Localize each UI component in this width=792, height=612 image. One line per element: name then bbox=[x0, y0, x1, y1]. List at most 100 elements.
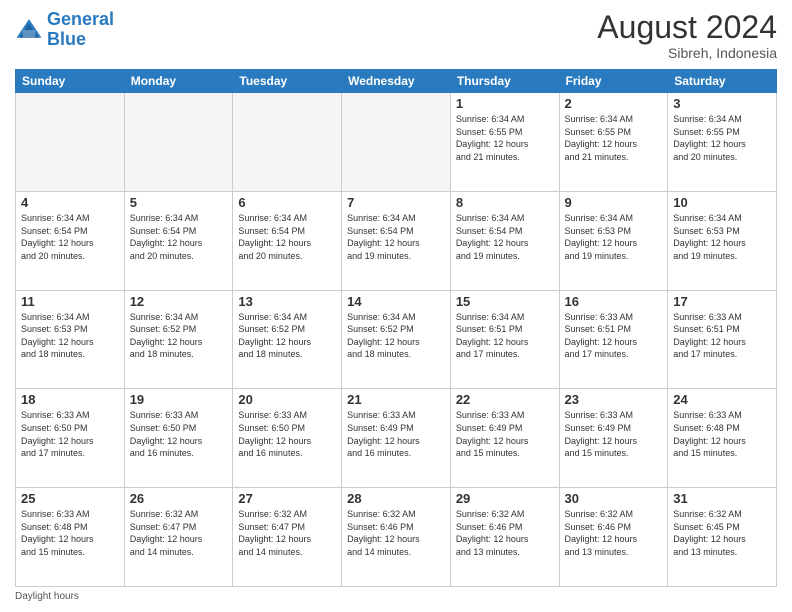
cell-info: Sunrise: 6:32 AM Sunset: 6:46 PM Dayligh… bbox=[347, 508, 445, 558]
calendar-cell: 25 Sunrise: 6:33 AM Sunset: 6:48 PM Dayli… bbox=[16, 488, 125, 587]
header: General Blue August 2024 Sibreh, Indones… bbox=[15, 10, 777, 61]
day-number: 29 bbox=[456, 491, 554, 506]
day-number: 5 bbox=[130, 195, 228, 210]
cell-info: Sunrise: 6:34 AM Sunset: 6:54 PM Dayligh… bbox=[456, 212, 554, 262]
day-number: 4 bbox=[21, 195, 119, 210]
cell-info: Sunrise: 6:34 AM Sunset: 6:52 PM Dayligh… bbox=[130, 311, 228, 361]
day-number: 23 bbox=[565, 392, 663, 407]
day-number: 9 bbox=[565, 195, 663, 210]
calendar-cell: 15 Sunrise: 6:34 AM Sunset: 6:51 PM Dayli… bbox=[450, 290, 559, 389]
cell-info: Sunrise: 6:34 AM Sunset: 6:54 PM Dayligh… bbox=[238, 212, 336, 262]
cell-info: Sunrise: 6:32 AM Sunset: 6:45 PM Dayligh… bbox=[673, 508, 771, 558]
day-number: 30 bbox=[565, 491, 663, 506]
cell-info: Sunrise: 6:34 AM Sunset: 6:54 PM Dayligh… bbox=[130, 212, 228, 262]
calendar-cell: 17 Sunrise: 6:33 AM Sunset: 6:51 PM Dayli… bbox=[668, 290, 777, 389]
calendar-cell: 18 Sunrise: 6:33 AM Sunset: 6:50 PM Dayli… bbox=[16, 389, 125, 488]
calendar-cell: 30Sunrise: 6:32 AM Sunset: 6:46 PM Dayli… bbox=[559, 488, 668, 587]
cell-info: Sunrise: 6:33 AM Sunset: 6:48 PM Dayligh… bbox=[21, 508, 119, 558]
cell-info: Sunrise: 6:32 AM Sunset: 6:47 PM Dayligh… bbox=[238, 508, 336, 558]
title-block: August 2024 Sibreh, Indonesia bbox=[597, 10, 777, 61]
day-number: 16 bbox=[565, 294, 663, 309]
day-number: 12 bbox=[130, 294, 228, 309]
cell-info: Sunrise: 6:34 AM Sunset: 6:51 PM Dayligh… bbox=[456, 311, 554, 361]
cell-info: Sunrise: 6:34 AM Sunset: 6:52 PM Dayligh… bbox=[347, 311, 445, 361]
calendar-cell: 28 Sunrise: 6:32 AM Sunset: 6:46 PM Dayli… bbox=[342, 488, 451, 587]
calendar-cell: 22 Sunrise: 6:33 AM Sunset: 6:49 PM Dayli… bbox=[450, 389, 559, 488]
calendar-cell: 1 Sunrise: 6:34 AM Sunset: 6:55 PM Daylig… bbox=[450, 93, 559, 192]
cell-info: Sunrise: 6:32 AM Sunset: 6:47 PM Dayligh… bbox=[130, 508, 228, 558]
cell-info: Sunrise: 6:34 AM Sunset: 6:55 PM Dayligh… bbox=[456, 113, 554, 163]
month-year: August 2024 bbox=[597, 10, 777, 45]
calendar-cell: 5 Sunrise: 6:34 AM Sunset: 6:54 PM Daylig… bbox=[124, 191, 233, 290]
footer-note: Daylight hours bbox=[15, 591, 777, 602]
calendar-cell: 26 Sunrise: 6:32 AM Sunset: 6:47 PM Dayli… bbox=[124, 488, 233, 587]
calendar-weekday-tuesday: Tuesday bbox=[233, 70, 342, 93]
day-number: 27 bbox=[238, 491, 336, 506]
day-number: 13 bbox=[238, 294, 336, 309]
day-number: 25 bbox=[21, 491, 119, 506]
cell-info: Sunrise: 6:33 AM Sunset: 6:48 PM Dayligh… bbox=[673, 409, 771, 459]
calendar-cell bbox=[342, 93, 451, 192]
cell-info: Sunrise: 6:33 AM Sunset: 6:49 PM Dayligh… bbox=[456, 409, 554, 459]
day-number: 15 bbox=[456, 294, 554, 309]
calendar-weekday-thursday: Thursday bbox=[450, 70, 559, 93]
day-number: 20 bbox=[238, 392, 336, 407]
day-number: 8 bbox=[456, 195, 554, 210]
day-number: 1 bbox=[456, 96, 554, 111]
calendar-cell: 12 Sunrise: 6:34 AM Sunset: 6:52 PM Dayli… bbox=[124, 290, 233, 389]
day-number: 21 bbox=[347, 392, 445, 407]
calendar-week-row: 11Sunrise: 6:34 AM Sunset: 6:53 PM Dayli… bbox=[16, 290, 777, 389]
calendar-table: SundayMondayTuesdayWednesdayThursdayFrid… bbox=[15, 69, 777, 587]
location: Sibreh, Indonesia bbox=[597, 45, 777, 61]
page: General Blue August 2024 Sibreh, Indones… bbox=[0, 0, 792, 612]
cell-info: Sunrise: 6:33 AM Sunset: 6:51 PM Dayligh… bbox=[565, 311, 663, 361]
calendar-cell bbox=[233, 93, 342, 192]
day-number: 24 bbox=[673, 392, 771, 407]
day-number: 17 bbox=[673, 294, 771, 309]
calendar-cell: 7 Sunrise: 6:34 AM Sunset: 6:54 PM Daylig… bbox=[342, 191, 451, 290]
cell-info: Sunrise: 6:33 AM Sunset: 6:50 PM Dayligh… bbox=[21, 409, 119, 459]
calendar-cell: 20 Sunrise: 6:33 AM Sunset: 6:50 PM Dayli… bbox=[233, 389, 342, 488]
calendar-cell: 29 Sunrise: 6:32 AM Sunset: 6:46 PM Dayli… bbox=[450, 488, 559, 587]
calendar-weekday-saturday: Saturday bbox=[668, 70, 777, 93]
day-number: 7 bbox=[347, 195, 445, 210]
cell-info: Sunrise: 6:34 AM Sunset: 6:53 PM Dayligh… bbox=[673, 212, 771, 262]
calendar-cell: 31Sunrise: 6:32 AM Sunset: 6:45 PM Dayli… bbox=[668, 488, 777, 587]
logo-line2: Blue bbox=[47, 29, 86, 49]
day-number: 26 bbox=[130, 491, 228, 506]
calendar-week-row: 1 Sunrise: 6:34 AM Sunset: 6:55 PM Daylig… bbox=[16, 93, 777, 192]
calendar-cell: 16 Sunrise: 6:33 AM Sunset: 6:51 PM Dayli… bbox=[559, 290, 668, 389]
calendar-cell: 8 Sunrise: 6:34 AM Sunset: 6:54 PM Daylig… bbox=[450, 191, 559, 290]
day-number: 28 bbox=[347, 491, 445, 506]
calendar-cell: 23Sunrise: 6:33 AM Sunset: 6:49 PM Dayli… bbox=[559, 389, 668, 488]
calendar-week-row: 4 Sunrise: 6:34 AM Sunset: 6:54 PM Daylig… bbox=[16, 191, 777, 290]
calendar-cell: 9Sunrise: 6:34 AM Sunset: 6:53 PM Daylig… bbox=[559, 191, 668, 290]
calendar-cell: 6 Sunrise: 6:34 AM Sunset: 6:54 PM Daylig… bbox=[233, 191, 342, 290]
logo-icon bbox=[15, 16, 43, 44]
cell-info: Sunrise: 6:33 AM Sunset: 6:49 PM Dayligh… bbox=[347, 409, 445, 459]
cell-info: Sunrise: 6:32 AM Sunset: 6:46 PM Dayligh… bbox=[456, 508, 554, 558]
calendar-week-row: 25 Sunrise: 6:33 AM Sunset: 6:48 PM Dayli… bbox=[16, 488, 777, 587]
calendar-weekday-friday: Friday bbox=[559, 70, 668, 93]
day-number: 6 bbox=[238, 195, 336, 210]
cell-info: Sunrise: 6:34 AM Sunset: 6:54 PM Dayligh… bbox=[21, 212, 119, 262]
cell-info: Sunrise: 6:33 AM Sunset: 6:51 PM Dayligh… bbox=[673, 311, 771, 361]
cell-info: Sunrise: 6:34 AM Sunset: 6:53 PM Dayligh… bbox=[21, 311, 119, 361]
calendar-cell: 4 Sunrise: 6:34 AM Sunset: 6:54 PM Daylig… bbox=[16, 191, 125, 290]
cell-info: Sunrise: 6:33 AM Sunset: 6:50 PM Dayligh… bbox=[238, 409, 336, 459]
day-number: 19 bbox=[130, 392, 228, 407]
calendar-cell: 19 Sunrise: 6:33 AM Sunset: 6:50 PM Dayli… bbox=[124, 389, 233, 488]
calendar-cell bbox=[16, 93, 125, 192]
cell-info: Sunrise: 6:33 AM Sunset: 6:50 PM Dayligh… bbox=[130, 409, 228, 459]
day-number: 14 bbox=[347, 294, 445, 309]
day-number: 22 bbox=[456, 392, 554, 407]
calendar-cell: 3Sunrise: 6:34 AM Sunset: 6:55 PM Daylig… bbox=[668, 93, 777, 192]
calendar-header-row: SundayMondayTuesdayWednesdayThursdayFrid… bbox=[16, 70, 777, 93]
calendar-week-row: 18 Sunrise: 6:33 AM Sunset: 6:50 PM Dayli… bbox=[16, 389, 777, 488]
day-number: 18 bbox=[21, 392, 119, 407]
logo-text: General Blue bbox=[47, 10, 114, 50]
calendar-cell: 11Sunrise: 6:34 AM Sunset: 6:53 PM Dayli… bbox=[16, 290, 125, 389]
calendar-weekday-wednesday: Wednesday bbox=[342, 70, 451, 93]
calendar-cell: 2Sunrise: 6:34 AM Sunset: 6:55 PM Daylig… bbox=[559, 93, 668, 192]
cell-info: Sunrise: 6:34 AM Sunset: 6:54 PM Dayligh… bbox=[347, 212, 445, 262]
